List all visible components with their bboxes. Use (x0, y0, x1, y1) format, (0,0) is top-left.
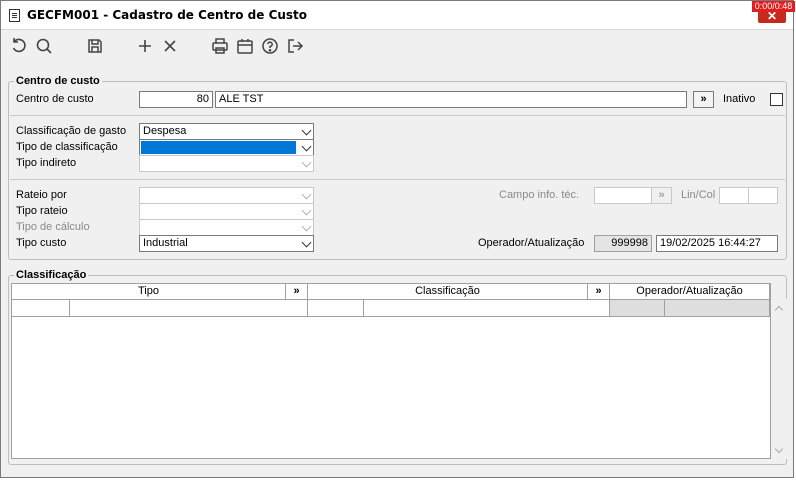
exit-icon[interactable] (285, 36, 305, 56)
centro-custo-expand-button[interactable]: » (693, 91, 714, 108)
centro-custo-code-input[interactable]: 80 (139, 91, 213, 108)
chevron-down-icon (301, 125, 312, 136)
tipo-indireto-select[interactable] (139, 155, 314, 172)
save-icon[interactable] (85, 36, 105, 56)
chevron-down-icon (301, 237, 312, 248)
tipo-custo-label: Tipo custo (16, 237, 67, 249)
add-icon[interactable] (135, 36, 155, 56)
tipo-expand-button[interactable]: » (286, 284, 308, 300)
recording-timer: 0:00/0:48 (752, 1, 795, 12)
classificacao-legend: Classificação (14, 269, 89, 281)
col-input[interactable] (748, 187, 778, 204)
scroll-down-icon[interactable] (774, 444, 784, 454)
help-icon[interactable] (260, 36, 280, 56)
table-cell (610, 300, 665, 317)
chevron-down-icon (301, 205, 312, 216)
campo-info-tec-label: Campo info. téc. (499, 189, 580, 201)
table-cell[interactable] (364, 300, 610, 317)
operador-input: 999998 (594, 235, 652, 252)
classificacao-expand-button[interactable]: » (588, 284, 610, 300)
centro-custo-label: Centro de custo (16, 93, 94, 105)
divider (10, 179, 785, 180)
atualizacao-input: 19/02/2025 16:44:27 (656, 235, 778, 252)
delete-icon[interactable] (160, 36, 180, 56)
column-header-operador[interactable]: Operador/Atualização (610, 284, 770, 300)
selection-highlight (141, 141, 296, 154)
classificacao-gasto-select[interactable]: Despesa (139, 123, 314, 140)
vertical-scrollbar[interactable] (771, 299, 787, 459)
campo-info-tec-expand-button[interactable]: » (651, 187, 672, 204)
calendar-icon[interactable] (235, 36, 255, 56)
tipo-calculo-label: Tipo de cálculo (16, 221, 90, 233)
column-header-tipo[interactable]: Tipo (12, 284, 286, 300)
operador-atualizacao-label: Operador/Atualização (478, 237, 585, 249)
divider (10, 115, 785, 116)
title-bar: GECFM001 - Cadastro de Centro de Custo (1, 1, 793, 30)
lin-input[interactable] (719, 187, 749, 204)
print-icon[interactable] (210, 36, 230, 56)
inativo-label: Inativo (723, 93, 756, 105)
tipo-calculo-select[interactable] (139, 219, 314, 236)
centro-custo-legend: Centro de custo (14, 75, 102, 87)
search-icon[interactable] (34, 36, 54, 56)
campo-info-tec-input[interactable] (594, 187, 652, 204)
chevron-down-icon (301, 157, 312, 168)
undo-icon[interactable] (9, 36, 29, 56)
tipo-classificacao-select[interactable] (139, 139, 314, 156)
scroll-up-icon[interactable] (774, 305, 784, 315)
classificacao-gasto-value: Despesa (143, 125, 187, 137)
main-window: GECFM001 - Cadastro de Centro de Custo ✕… (0, 0, 795, 478)
rateio-por-select[interactable] (139, 187, 314, 204)
table-cell[interactable] (70, 300, 308, 317)
classificacao-gasto-label: Classificação de gasto (16, 125, 127, 137)
table-cell[interactable] (308, 300, 364, 317)
tipo-rateio-label: Tipo rateio (16, 205, 68, 217)
classificacao-table: Tipo » Classificação » Operador/Atualiza… (11, 283, 771, 459)
window-title: GECFM001 - Cadastro de Centro de Custo (27, 8, 308, 22)
tipo-rateio-select[interactable] (139, 203, 314, 220)
tipo-custo-select[interactable]: Industrial (139, 235, 314, 252)
tipo-indireto-label: Tipo indireto (16, 157, 77, 169)
column-header-classificacao[interactable]: Classificação (308, 284, 588, 300)
table-cell (665, 300, 770, 317)
chevron-down-icon (301, 221, 312, 232)
lin-col-label: Lin/Col (681, 189, 716, 201)
tipo-classificacao-label: Tipo de classificação (16, 141, 118, 153)
tipo-custo-value: Industrial (143, 237, 188, 249)
rateio-por-label: Rateio por (16, 189, 67, 201)
inativo-checkbox[interactable] (770, 93, 783, 106)
chevron-down-icon (301, 141, 312, 152)
centro-custo-name-input[interactable]: ALE TST (215, 91, 687, 108)
chevron-down-icon (301, 189, 312, 200)
document-icon (9, 9, 20, 22)
toolbar (1, 30, 793, 64)
table-cell[interactable] (12, 300, 70, 317)
